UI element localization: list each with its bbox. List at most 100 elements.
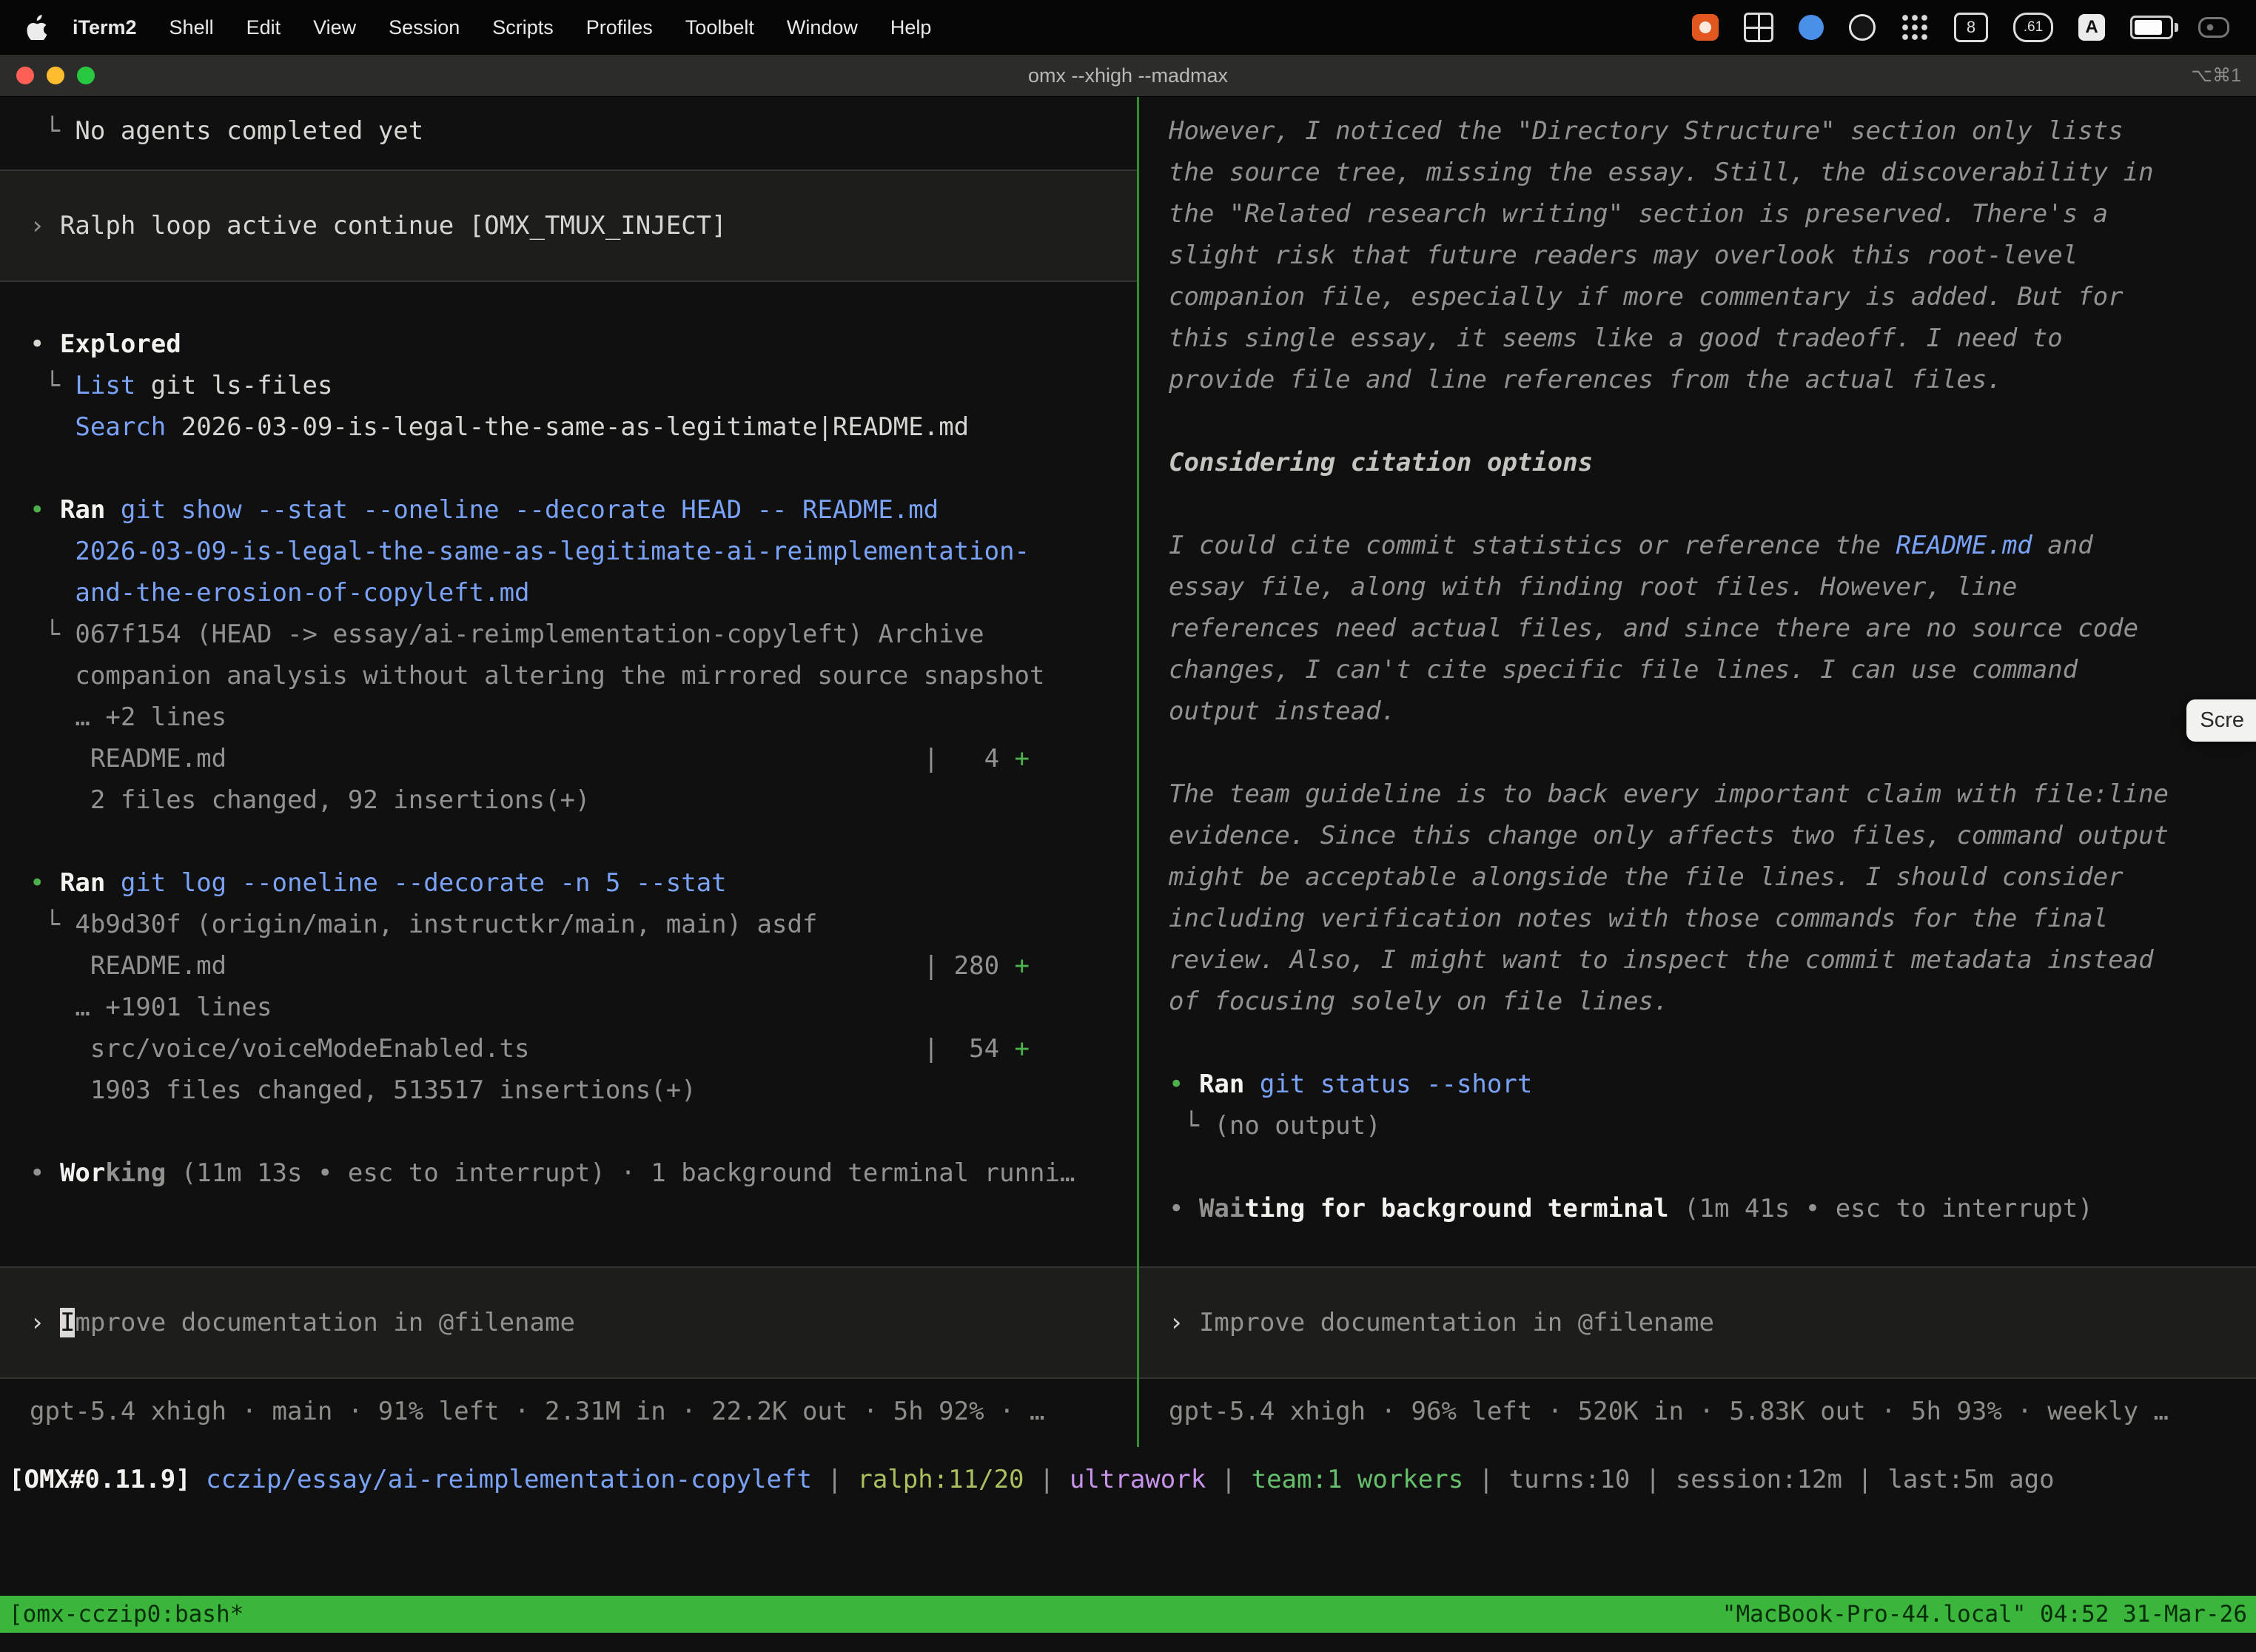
menu-window[interactable]: Window xyxy=(771,16,874,39)
text-segment: team:1 workers xyxy=(1252,1465,1464,1494)
menu-session[interactable]: Session xyxy=(372,16,476,39)
text-segment: companion analysis without altering the … xyxy=(30,661,1044,691)
monitor-badge-icon: .61 xyxy=(2013,13,2053,42)
display-grid-icon[interactable] xyxy=(1744,13,1773,42)
menu-help[interactable]: Help xyxy=(874,16,948,39)
text-segment xyxy=(30,578,75,608)
right-pane-prompt-input[interactable]: › Improve documentation in @filename xyxy=(1139,1266,2256,1379)
right-pane: However, I noticed the "Directory Struct… xyxy=(1139,97,2256,1447)
menu-toolbelt[interactable]: Toolbelt xyxy=(669,16,771,39)
text-segment xyxy=(30,537,75,566)
text-segment: 2 files changed, 92 insertions(+) xyxy=(30,785,590,815)
terminal-line: 1903 files changed, 513517 insertions(+) xyxy=(0,1070,1137,1111)
text-segment: this single essay, it seems like a good … xyxy=(1169,323,2063,353)
text-segment: Explored xyxy=(60,329,181,359)
text-segment: └ xyxy=(30,116,75,146)
terminal-line: essay file, along with finding root file… xyxy=(1139,566,2256,608)
battery-icon[interactable] xyxy=(2130,16,2173,39)
text-segment: 2026-03-09-is-legal-the-same-as-legitima… xyxy=(75,537,1030,566)
screen-recording-indicator[interactable] xyxy=(1692,14,1719,41)
menu-iterm2[interactable]: iTerm2 xyxy=(56,16,153,39)
right-pane-output: However, I noticed the "Directory Struct… xyxy=(1139,97,2256,1266)
menu-edit[interactable]: Edit xyxy=(230,16,298,39)
dots-grid-icon[interactable] xyxy=(1901,13,1929,41)
terminal-line: • Ran git show --stat --oneline --decora… xyxy=(0,489,1137,531)
text-segment: | xyxy=(1630,1465,1675,1494)
text-segment: and xyxy=(2032,531,2093,560)
menu-scripts[interactable]: Scripts xyxy=(476,16,570,39)
text-segment: ralph:11/20 xyxy=(857,1465,1024,1494)
terminal-line: references need actual files, and since … xyxy=(1139,608,2256,649)
text-segment: [OMX#0.11.9] xyxy=(9,1465,191,1494)
text-segment: provide file and line references from th… xyxy=(1169,365,2002,394)
text-segment: cczip/essay/ai-reimplementation-copyleft xyxy=(206,1465,812,1494)
text-segment: I xyxy=(60,1308,75,1337)
terminal-line: └ List git ls-files xyxy=(0,365,1137,406)
text-segment: • xyxy=(1169,1070,1199,1099)
blank-line xyxy=(1139,400,2256,442)
text-segment xyxy=(105,495,120,525)
minimize-button[interactable] xyxy=(47,67,64,84)
text-segment: the source tree, missing the essay. Stil… xyxy=(1169,158,2154,187)
text-segment: • xyxy=(30,1158,60,1188)
input-source-icon[interactable]: A xyxy=(2078,14,2105,41)
terminal: └ No agents completed yet › Ralph loop ac… xyxy=(0,97,2256,1652)
dark-app-icon[interactable] xyxy=(1849,14,1876,41)
text-segment: | xyxy=(1206,1465,1251,1494)
text-segment: However, I noticed the "Directory Struct… xyxy=(1169,116,2124,146)
terminal-line: • Waiting for background terminal (1m 41… xyxy=(1139,1188,2256,1229)
terminal-line: and-the-erosion-of-copyleft.md xyxy=(0,572,1137,614)
text-segment: last:5m ago xyxy=(1887,1465,2054,1494)
menu-shell[interactable]: Shell xyxy=(153,16,230,39)
terminal-line: output instead. xyxy=(1139,691,2256,732)
keystroke-8-icon[interactable]: 8 xyxy=(1954,13,1988,42)
text-segment: README.md | 280 xyxy=(30,951,1015,981)
text-segment: git status --short xyxy=(1260,1070,1532,1099)
text-segment xyxy=(191,1465,206,1494)
screen-notification[interactable]: Scre xyxy=(2186,699,2256,742)
terminal-line: this single essay, it seems like a good … xyxy=(1139,318,2256,359)
zoom-button[interactable] xyxy=(77,67,95,84)
text-segment: ting for background terminal xyxy=(1244,1194,1668,1223)
text-segment: Ralph loop active continue [OMX_TMUX_INJ… xyxy=(60,211,727,241)
blue-app-icon[interactable] xyxy=(1799,15,1824,40)
text-segment: and-the-erosion-of-copyleft.md xyxy=(75,578,529,608)
terminal-line: provide file and line references from th… xyxy=(1139,359,2256,400)
apple-menu-icon[interactable] xyxy=(27,15,47,40)
monitor-badge-icon[interactable]: .61 xyxy=(2013,13,2053,42)
left-pane-status: gpt-5.4 xhigh · main · 91% left · 2.31M … xyxy=(0,1379,1137,1447)
left-pane-prompt-input[interactable]: › Improve documentation in @filename xyxy=(0,1266,1137,1379)
left-pane: └ No agents completed yet › Ralph loop ac… xyxy=(0,97,1137,1447)
text-segment: No agents completed yet xyxy=(75,116,423,146)
menu-profiles[interactable]: Profiles xyxy=(570,16,669,39)
terminal-line: README.md | 280 + xyxy=(0,945,1137,987)
close-button[interactable] xyxy=(16,67,34,84)
keystroke-8-icon: 8 xyxy=(1954,13,1988,42)
terminal-panes: └ No agents completed yet › Ralph loop ac… xyxy=(0,97,2256,1447)
text-segment: | xyxy=(1842,1465,1887,1494)
menu-view[interactable]: View xyxy=(297,16,372,39)
text-segment: └ xyxy=(30,371,75,400)
text-segment: • xyxy=(30,868,60,898)
text-segment: + xyxy=(1015,1034,1030,1064)
text-segment: evidence. Since this change only affects… xyxy=(1169,821,2169,850)
text-segment: output instead. xyxy=(1169,696,1396,726)
terminal-line: src/voice/voiceModeEnabled.ts | 54 + xyxy=(0,1028,1137,1070)
control-center-icon[interactable] xyxy=(2198,17,2229,38)
terminal-line: └ (no output) xyxy=(1139,1105,2256,1146)
text-segment: 4b9d30f (origin/main, instructkr/main, m… xyxy=(75,910,817,939)
terminal-line: might be acceptable alongside the file l… xyxy=(1139,856,2256,898)
text-segment: of focusing solely on file lines. xyxy=(1169,987,1669,1016)
text-segment: └ xyxy=(30,620,75,649)
text-segment: git ls-files xyxy=(135,371,332,400)
text-segment: mprove documentation in @filename xyxy=(75,1308,575,1337)
text-segment: | xyxy=(1463,1465,1508,1494)
text-segment: … +2 lines xyxy=(30,702,226,732)
terminal-line: 2026-03-09-is-legal-the-same-as-legitima… xyxy=(0,531,1137,572)
text-segment: turns:10 xyxy=(1509,1465,1631,1494)
apple-logo-icon xyxy=(27,15,47,40)
text-segment: › xyxy=(30,1308,60,1337)
terminal-line: • Explored xyxy=(0,323,1137,365)
terminal-spacer xyxy=(0,1500,2256,1596)
battery-icon xyxy=(2130,16,2173,39)
